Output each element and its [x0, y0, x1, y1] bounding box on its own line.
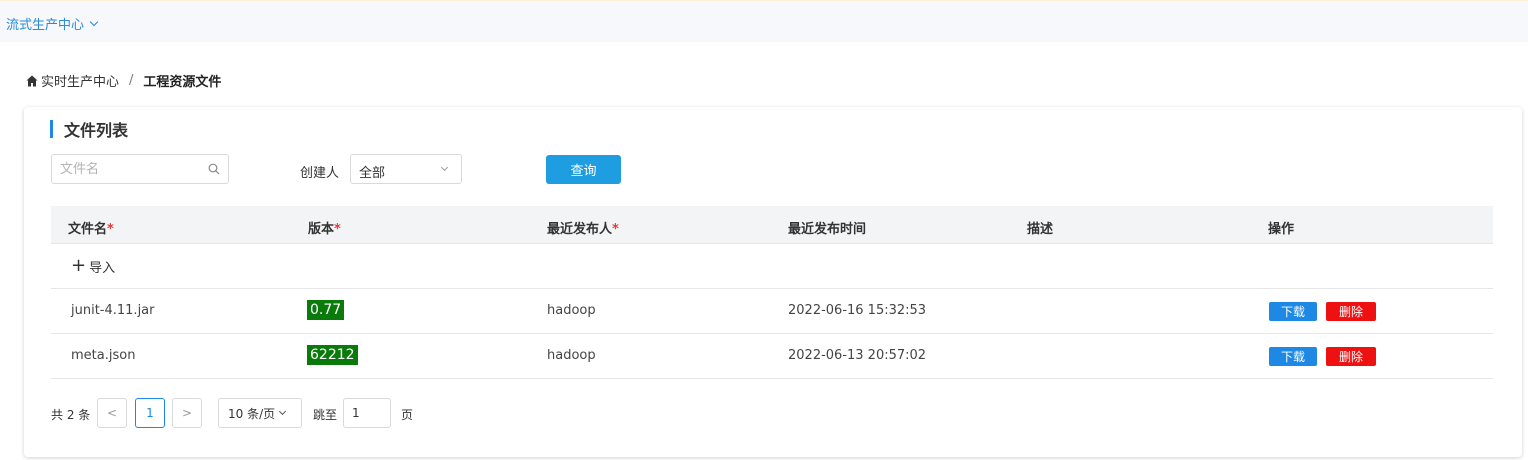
panel-title-text: 文件列表 — [64, 121, 129, 140]
jump-label: 跳至 — [313, 408, 338, 422]
delete-button[interactable]: 删除 — [1326, 302, 1376, 321]
file-name-search-input[interactable] — [52, 155, 192, 183]
pagination: 共 2 条 < 1 > 10 条/页 跳至 1 页 — [51, 398, 551, 428]
table-header: 文件名* 版本* 最近发布人* 最近发布时间 描述 操作 — [51, 206, 1493, 244]
panel-title: 文件列表 — [50, 119, 129, 140]
next-page-button[interactable]: > — [172, 398, 202, 428]
publish-time-cell: 2022-06-13 20:57:02 — [788, 348, 927, 363]
prev-page-button[interactable]: < — [97, 398, 127, 428]
breadcrumb-home[interactable]: 实时生产中心 — [41, 71, 119, 90]
center-switcher-label: 流式生产中心 — [6, 18, 85, 33]
page-1-button[interactable]: 1 — [135, 398, 165, 428]
version-badge: 0.77 — [307, 300, 345, 320]
column-header-file-name: 文件名* — [68, 222, 114, 237]
column-header-description: 描述 — [1027, 222, 1054, 237]
page-size-select[interactable]: 10 条/页 — [218, 398, 302, 428]
query-button[interactable]: 查询 — [546, 155, 621, 184]
top-bar: 流式生产中心 — [0, 0, 1528, 42]
file-list-panel: 文件列表 创建人 全部 查询 文件名* 版本* 最近发布人* 最近发布时间 描述… — [24, 107, 1522, 457]
jump-page-input[interactable]: 1 — [343, 398, 391, 428]
import-row[interactable]: + 导入 — [51, 244, 1493, 289]
breadcrumb-current: 工程资源文件 — [143, 75, 222, 90]
column-header-version: 版本* — [308, 222, 341, 237]
import-button-label: 导入 — [89, 260, 116, 276]
creator-select[interactable]: 全部 — [350, 154, 462, 184]
breadcrumb: 实时生产中心 / 工程资源文件 — [26, 71, 221, 90]
creator-label: 创建人 — [300, 166, 340, 181]
file-name-cell: meta.json — [71, 348, 136, 363]
plus-icon: + — [71, 255, 87, 276]
total-count: 共 2 条 — [51, 408, 91, 422]
publisher-cell: hadoop — [547, 303, 596, 318]
download-button[interactable]: 下载 — [1269, 347, 1317, 366]
publisher-cell: hadoop — [547, 348, 596, 363]
column-header-publish-time: 最近发布时间 — [788, 222, 867, 237]
chevron-down-icon — [440, 163, 449, 172]
search-box — [51, 154, 229, 184]
file-name-cell: junit-4.11.jar — [71, 303, 155, 318]
publish-time-cell: 2022-06-16 15:32:53 — [788, 303, 927, 318]
center-switcher[interactable]: 流式生产中心 — [6, 14, 99, 33]
column-header-actions: 操作 — [1268, 222, 1295, 237]
creator-select-value: 全部 — [359, 166, 386, 181]
delete-button[interactable]: 删除 — [1326, 347, 1376, 366]
download-button[interactable]: 下载 — [1269, 302, 1317, 321]
title-accent-bar — [50, 120, 53, 138]
page-suffix-label: 页 — [401, 408, 414, 422]
chevron-down-icon — [279, 407, 287, 416]
table-row: junit-4.11.jar 0.77 hadoop 2022-06-16 15… — [51, 289, 1493, 334]
version-badge: 62212 — [307, 345, 358, 365]
home-icon — [26, 75, 38, 86]
search-icon[interactable] — [208, 163, 220, 175]
chevron-down-icon — [89, 17, 99, 26]
table-row: meta.json 62212 hadoop 2022-06-13 20:57:… — [51, 334, 1493, 379]
breadcrumb-separator: / — [129, 73, 134, 88]
page-size-value: 10 条/页 — [228, 406, 276, 421]
column-header-publisher: 最近发布人* — [547, 222, 619, 237]
file-table: 文件名* 版本* 最近发布人* 最近发布时间 描述 操作 + 导入 junit-… — [51, 206, 1493, 379]
